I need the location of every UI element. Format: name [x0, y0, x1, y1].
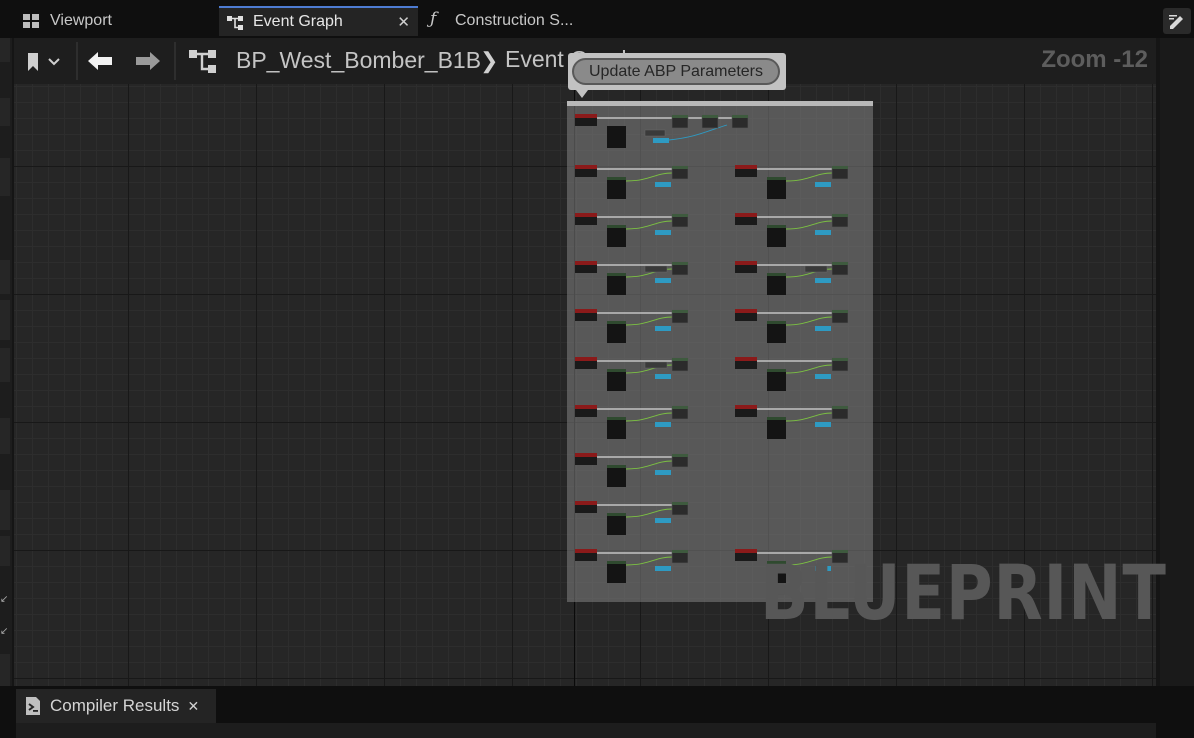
breadcrumb-root[interactable]: BP_West_Bomber_B1B	[236, 47, 481, 74]
bookmark-button[interactable]	[24, 50, 66, 74]
tab-label: Compiler Results	[50, 696, 180, 715]
chevron-right-icon: ❯	[480, 48, 499, 73]
getter-node	[607, 465, 626, 487]
arrow-right-icon	[136, 52, 160, 70]
tab-event-graph[interactable]: Event Graph ✕	[219, 6, 418, 36]
getter-node	[767, 321, 786, 343]
struct-node	[655, 182, 671, 187]
pencil-icon	[1169, 15, 1183, 29]
tab-label: Viewport	[50, 12, 112, 29]
viewport-grid-icon	[23, 14, 39, 28]
back-button[interactable]	[86, 49, 114, 73]
struct-node	[655, 230, 671, 235]
bookmark-icon	[28, 53, 60, 71]
tab-construction-script[interactable]: ƒ Construction S...	[420, 6, 620, 36]
struct-node	[655, 278, 671, 283]
getter-node	[607, 369, 626, 391]
struct-node	[655, 422, 671, 427]
getter-node	[607, 417, 626, 439]
struct-node	[815, 422, 831, 427]
comment-title-bubble[interactable]: Update ABP Parameters	[568, 53, 786, 98]
tab-compiler-results[interactable]: Compiler Results ✕	[16, 689, 216, 723]
tab-label: Event Graph	[253, 13, 343, 30]
struct-node	[655, 470, 671, 475]
struct-node	[655, 326, 671, 331]
getter-node	[607, 321, 626, 343]
close-icon[interactable]: ✕	[397, 13, 410, 31]
struct-node	[655, 374, 671, 379]
tab-viewport[interactable]: Viewport	[18, 6, 218, 36]
collapse-arrow-icon[interactable]: ↙	[0, 594, 8, 605]
getter-node	[607, 561, 626, 583]
getter-node	[607, 513, 626, 535]
getter-node	[767, 369, 786, 391]
struct-node	[655, 518, 671, 523]
comment-box[interactable]	[567, 101, 873, 602]
getter-node	[607, 177, 626, 199]
bottom-panel: Compiler Results ✕	[0, 686, 1194, 738]
collapse-arrow-icon[interactable]: ↙	[0, 626, 8, 637]
struct-node	[655, 566, 671, 571]
blueprint-watermark: BLUEPRINT	[760, 548, 1167, 637]
compiler-results-icon	[26, 697, 40, 715]
arrow-left-icon	[88, 52, 112, 70]
getter-node	[767, 273, 786, 295]
comment-title: Update ABP Parameters	[572, 58, 780, 85]
struct-node	[815, 278, 831, 283]
compiler-results-body	[16, 723, 1156, 738]
struct-node	[815, 326, 831, 331]
event-graph-icon	[227, 16, 243, 30]
getter-node	[767, 417, 786, 439]
getter-node	[767, 177, 786, 199]
close-icon[interactable]: ✕	[187, 698, 199, 715]
struct-node	[815, 374, 831, 379]
struct-node	[815, 230, 831, 235]
struct-node	[815, 182, 831, 187]
getter-node	[607, 225, 626, 247]
event-graph-icon	[189, 50, 216, 73]
tab-label: Construction S...	[455, 12, 574, 29]
zoom-level: Zoom -12	[1041, 46, 1148, 73]
function-icon: ƒ	[430, 9, 437, 29]
node-cluster	[575, 114, 849, 583]
left-panel-edge: ↙ ↙	[0, 38, 12, 688]
forward-button[interactable]	[134, 49, 162, 73]
getter-node	[767, 225, 786, 247]
document-tab-bar: Viewport Event Graph ✕ ƒ Construction S.…	[0, 0, 1194, 38]
edit-tool-button[interactable]	[1163, 8, 1191, 34]
getter-node	[607, 273, 626, 295]
